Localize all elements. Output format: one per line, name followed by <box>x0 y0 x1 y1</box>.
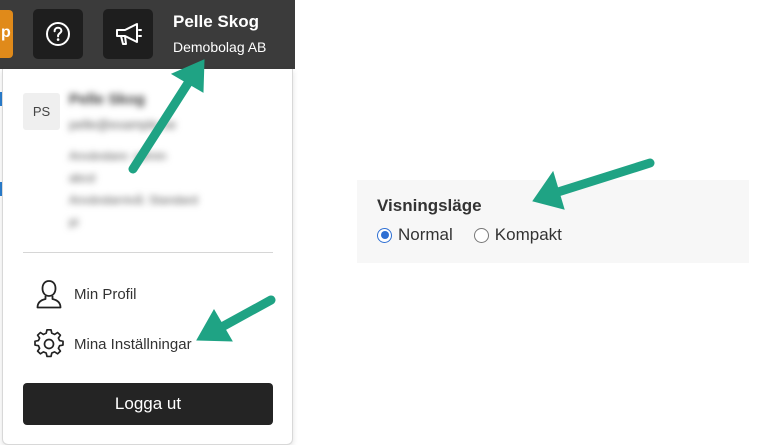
logout-button[interactable]: Logga ut <box>23 383 273 425</box>
user-profile-icon <box>33 278 65 310</box>
news-button[interactable] <box>103 9 153 59</box>
blurred-user-email: pelle@example.se <box>69 117 177 132</box>
gear-icon <box>33 328 65 360</box>
menu-item-label: Mina Inställningar <box>74 335 192 353</box>
menu-item-my-settings[interactable]: Mina Inställningar <box>33 328 192 360</box>
avatar: PS <box>23 93 60 130</box>
radio-button-normal[interactable] <box>377 227 392 243</box>
radio-option-normal[interactable]: Normal <box>377 225 453 245</box>
menu-item-label: Min Profil <box>74 285 137 303</box>
radio-option-kompakt[interactable]: Kompakt <box>473 225 562 245</box>
megaphone-icon <box>116 23 142 45</box>
top-bar: p Pelle Skog Demobolag AB <box>0 0 295 69</box>
orange-app-tab[interactable]: p <box>0 10 13 58</box>
blurred-info-line: Användare: admin <box>69 149 167 163</box>
display-mode-panel: Visningsläge Normal Kompakt <box>357 180 749 263</box>
blurred-user-name: Pelle Skog <box>69 91 145 108</box>
radio-label-normal: Normal <box>398 225 453 244</box>
blurred-info-line: Användarnivå: Standard <box>69 193 198 207</box>
user-name[interactable]: Pelle Skog <box>173 12 259 32</box>
blurred-info-line: pi <box>69 215 79 229</box>
menu-item-my-profile[interactable]: Min Profil <box>33 278 137 310</box>
display-mode-options: Normal Kompakt <box>377 225 583 245</box>
user-dropdown-menu: PS Pelle Skog pelle@example.se Användare… <box>2 69 293 445</box>
radio-button-kompakt[interactable] <box>473 227 489 243</box>
orange-tab-glyph: p <box>1 24 11 41</box>
radio-label-kompakt: Kompakt <box>494 225 562 244</box>
company-name[interactable]: Demobolag AB <box>173 39 266 55</box>
display-mode-title: Visningsläge <box>377 196 482 215</box>
help-button[interactable] <box>33 9 83 59</box>
menu-divider <box>23 252 273 253</box>
blurred-info-line: abcd <box>69 171 96 185</box>
question-circle-icon <box>46 22 70 46</box>
